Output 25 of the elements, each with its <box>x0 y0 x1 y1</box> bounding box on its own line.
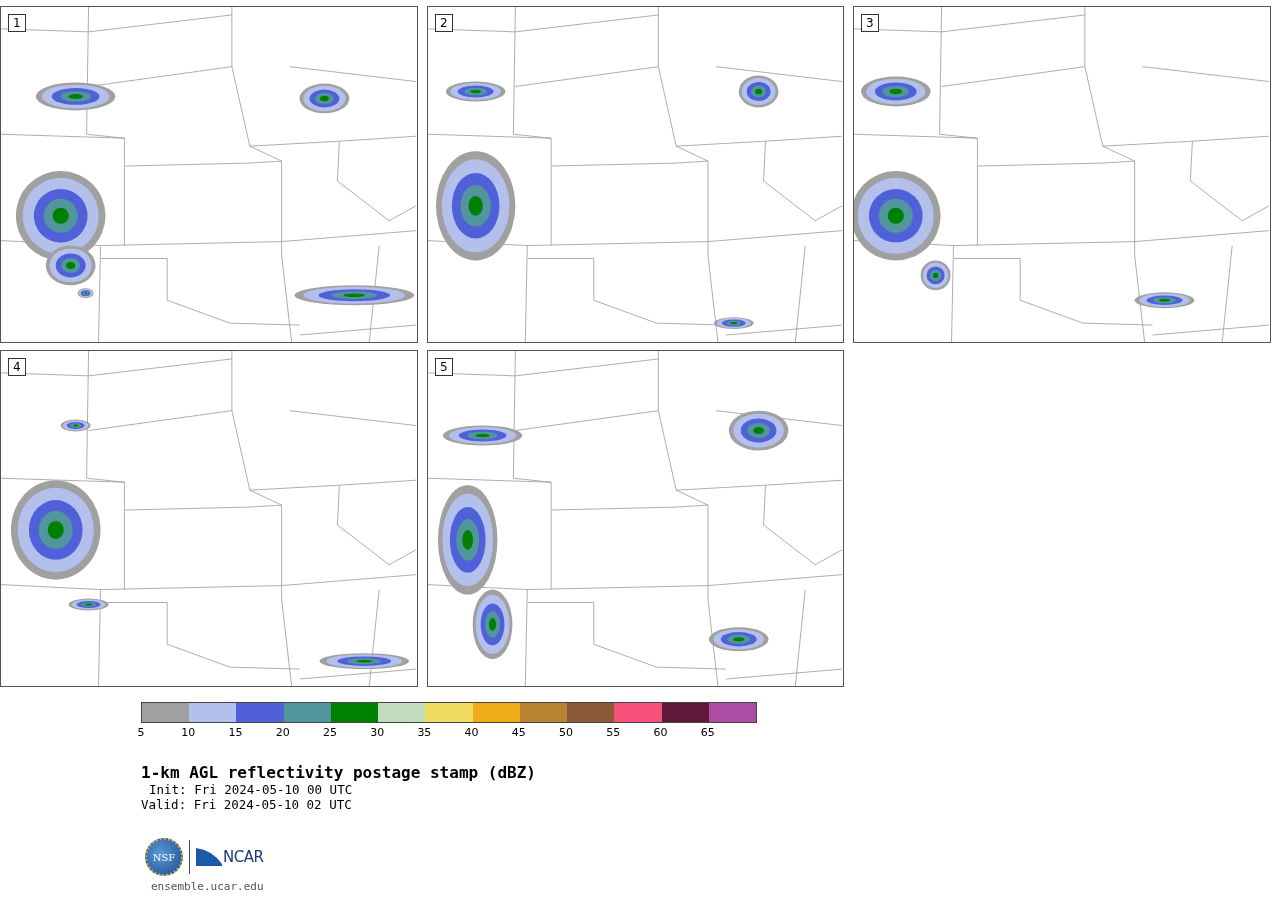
tick-label: 30 <box>370 726 385 739</box>
tick-label: 10 <box>181 726 196 739</box>
tick-label: 60 <box>653 726 668 739</box>
website-url: ensemble.ucar.edu <box>151 880 265 893</box>
tick-label: 45 <box>511 726 526 739</box>
tick-label: 15 <box>228 726 243 739</box>
panel-number: 3 <box>861 14 879 32</box>
tick-label: 50 <box>559 726 574 739</box>
tick-label: 35 <box>417 726 432 739</box>
panel-number: 1 <box>8 14 26 32</box>
valid-time: Valid: Fri 2024-05-10 02 UTC <box>141 797 353 812</box>
panel-number: 2 <box>435 14 453 32</box>
tick-label: 20 <box>275 726 290 739</box>
swoosh-icon <box>196 848 222 866</box>
nsf-logo: NSF <box>145 838 183 876</box>
tick-label: 5 <box>137 726 145 739</box>
chart-title: 1-km AGL reflectivity postage stamp (dBZ) <box>141 763 537 782</box>
tick-label: 25 <box>322 726 337 739</box>
tick-label: 40 <box>464 726 479 739</box>
tick-label: 65 <box>700 726 715 739</box>
panel-number: 4 <box>8 358 26 376</box>
ncar-logo-text: NCAR <box>223 848 264 866</box>
tick-label: 55 <box>606 726 621 739</box>
init-time: Init: Fri 2024-05-10 00 UTC <box>149 782 354 797</box>
panel-number: 5 <box>435 358 453 376</box>
